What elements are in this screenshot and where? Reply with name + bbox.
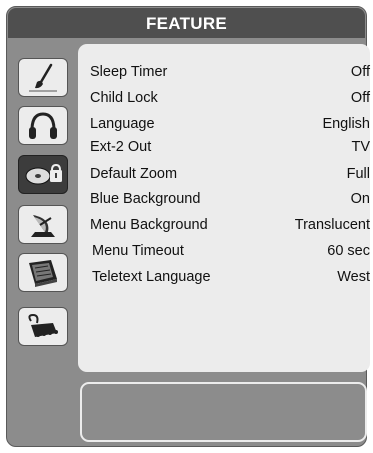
menu-item-value: English — [322, 116, 370, 132]
header-bar: FEATURE — [8, 8, 365, 38]
menu-item-menu-timeout[interactable]: Menu Timeout 60 sec — [92, 241, 370, 261]
menu-item-value: TV — [351, 139, 370, 155]
menu-item-value: Off — [350, 64, 370, 80]
menu-item-teletext-language[interactable]: Teletext Language West — [92, 267, 370, 287]
tab-feature[interactable] — [18, 155, 68, 194]
menu-item-value: On — [350, 191, 370, 207]
tab-install[interactable] — [18, 205, 68, 244]
disc-lock-icon — [25, 163, 62, 184]
menu-item-blue-background[interactable]: Blue Background On — [90, 189, 370, 209]
menu-item-value: 60 sec — [327, 243, 370, 259]
menu-item-label: Language — [90, 116, 155, 132]
book-icon — [29, 259, 57, 287]
tab-teletext[interactable] — [18, 253, 68, 292]
paintbrush-icon — [29, 63, 57, 92]
menu-panel: Sleep Timer Off Child Lock Off Language … — [78, 44, 370, 372]
menu-item-ext-2-out[interactable]: Ext-2 Out TV — [90, 137, 370, 157]
menu-item-menu-background[interactable]: Menu Background Translucent — [90, 215, 370, 235]
headphones-icon — [29, 111, 57, 139]
page-title: FEATURE — [145, 14, 228, 33]
menu-item-label: Menu Background — [90, 217, 208, 233]
menu-item-label: Menu Timeout — [92, 243, 184, 259]
satellite-dish-icon — [31, 214, 55, 237]
menu-item-value: Off — [350, 90, 370, 106]
info-box — [80, 382, 367, 442]
tab-picture[interactable] — [18, 58, 68, 97]
menu-item-value: Full — [346, 166, 370, 182]
menu-item-sleep-timer[interactable]: Sleep Timer Off — [90, 62, 370, 82]
tab-sound[interactable] — [18, 106, 68, 145]
menu-item-value: Translucent — [294, 217, 370, 233]
menu-item-child-lock[interactable]: Child Lock Off — [90, 88, 370, 108]
menu-item-label: Child Lock — [90, 90, 158, 106]
menu-item-label: Default Zoom — [90, 166, 178, 182]
menu-item-label: Ext-2 Out — [90, 139, 152, 155]
scart-connector-icon — [28, 313, 58, 337]
menu-item-label: Sleep Timer — [90, 64, 168, 80]
menu-item-language[interactable]: Language English — [90, 114, 370, 134]
tab-source[interactable] — [18, 307, 68, 346]
menu-item-value: West — [337, 269, 370, 285]
menu-item-default-zoom[interactable]: Default Zoom Full — [90, 164, 370, 184]
menu-item-label: Blue Background — [90, 191, 201, 207]
menu-item-label: Teletext Language — [92, 269, 211, 285]
